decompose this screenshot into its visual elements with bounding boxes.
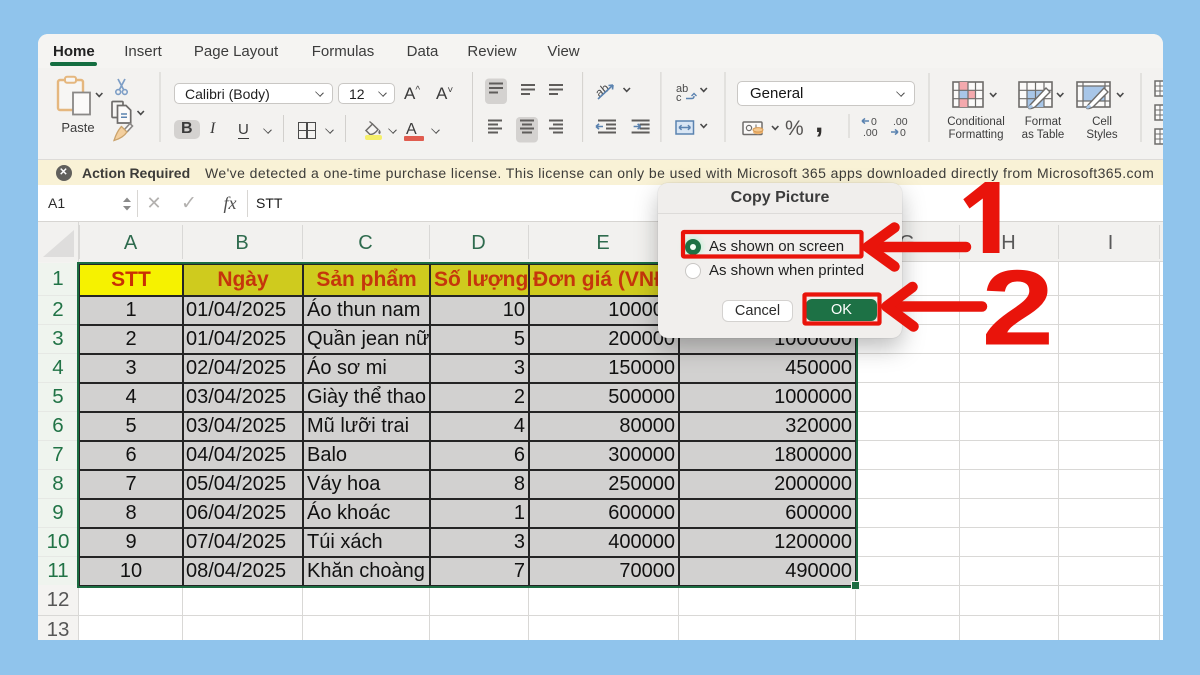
svg-text:2: 2 — [982, 249, 1055, 368]
